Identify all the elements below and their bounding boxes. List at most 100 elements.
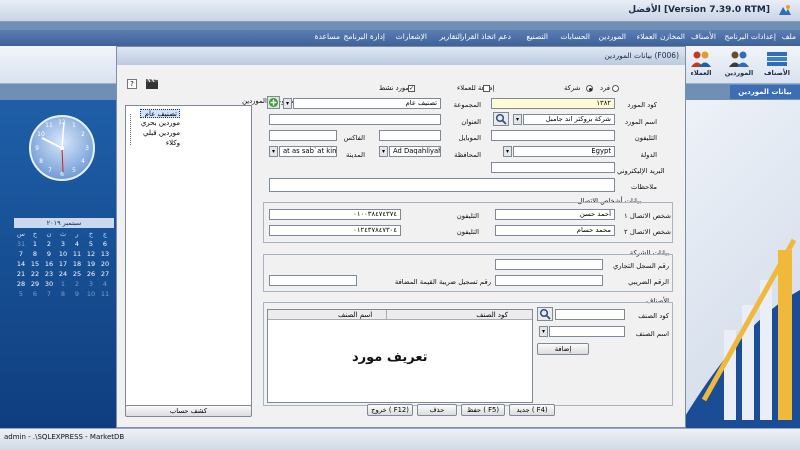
menu-item-program-management[interactable]: إدارة البرنامج [344, 32, 385, 41]
add-group-button[interactable] [267, 96, 280, 109]
add-item-button[interactable]: إضافة [537, 343, 589, 355]
contact2-name-input[interactable]: محمد حسام [495, 225, 615, 236]
mobile-input[interactable] [379, 130, 441, 141]
calendar-day[interactable]: 21 [14, 269, 28, 279]
calendar-day[interactable]: 8 [28, 249, 42, 259]
calendar-day[interactable]: 4 [70, 239, 84, 249]
calendar-day[interactable]: 27 [98, 269, 112, 279]
menu-item-customers[interactable]: العملاء [637, 32, 657, 41]
new-button[interactable]: جديد ( F4) [509, 404, 555, 416]
ribbon-suppliers-button[interactable]: الموردين [722, 50, 756, 82]
calendar-day[interactable]: 31 [14, 239, 28, 249]
group-dropdown-button[interactable]: ▾ [283, 98, 292, 109]
phone-input[interactable] [491, 130, 615, 141]
vat-number-input[interactable] [269, 275, 357, 286]
calendar-day[interactable]: 26 [84, 269, 98, 279]
calendar-day[interactable]: 5 [84, 239, 98, 249]
menu-item-notifications[interactable]: الإشعارات [396, 32, 427, 41]
calendar-day[interactable]: 24 [56, 269, 70, 279]
calendar-day[interactable]: 1 [56, 279, 70, 289]
item-name-input[interactable] [549, 326, 625, 337]
governorate-input[interactable]: Ad Daqahliyah [389, 146, 441, 157]
calendar-day[interactable]: 22 [28, 269, 42, 279]
calendar-day[interactable]: 19 [84, 259, 98, 269]
items-table[interactable]: كود الصنف اسم الصنف تعريف مورد [267, 309, 533, 403]
groups-tree[interactable]: تصنيف عام موردين بحري موردين قبلي وكلاء [125, 105, 252, 407]
calendar-day[interactable]: 25 [70, 269, 84, 279]
menu-item-suppliers[interactable]: الموردين [599, 32, 626, 41]
calendar-day[interactable]: 3 [84, 279, 98, 289]
calendar-day[interactable]: 23 [42, 269, 56, 279]
calendar-day[interactable]: 10 [56, 249, 70, 259]
item-code-input[interactable] [555, 309, 625, 320]
item-search-button[interactable] [537, 307, 553, 321]
calendar-day[interactable]: 4 [98, 279, 112, 289]
ribbon-customers-button[interactable]: العملاء [684, 50, 718, 82]
governorate-dropdown-button[interactable]: ▾ [379, 146, 388, 157]
menu-item-manufacturing[interactable]: التصنيع [526, 32, 548, 41]
item-name-dropdown-button[interactable]: ▾ [539, 326, 548, 337]
menu-item-file[interactable]: ملف [782, 32, 796, 41]
calendar-day[interactable]: 29 [28, 279, 42, 289]
account-statement-button[interactable]: كشف حساب [125, 405, 252, 417]
country-input[interactable]: Egypt [513, 146, 615, 157]
address-input[interactable] [269, 114, 441, 125]
menu-item-stores[interactable]: المخازن [660, 32, 685, 41]
menu-item-reports[interactable]: التقارير [439, 32, 462, 41]
calendar-day[interactable]: 2 [70, 279, 84, 289]
type-individual-radio[interactable] [612, 85, 619, 92]
calendar-day[interactable]: 11 [70, 249, 84, 259]
notes-input[interactable] [269, 178, 615, 192]
calendar-day[interactable]: 30 [42, 279, 56, 289]
calendar-day[interactable]: 2 [42, 239, 56, 249]
calendar-day[interactable]: 1 [28, 239, 42, 249]
city-dropdown-button[interactable]: ▾ [269, 146, 278, 157]
contact2-phone-input[interactable]: ٠١٢٤٣٧٨٤٧٣٠٤ [269, 225, 401, 236]
menu-item-accounts[interactable]: الحسابات [560, 32, 590, 41]
save-button[interactable]: حفظ ( F5) [461, 404, 505, 416]
group-input[interactable]: تصنيف عام [293, 98, 441, 109]
calendar-day[interactable]: 12 [84, 249, 98, 259]
name-input[interactable]: شركة بروكتر اند جامبل [523, 114, 615, 125]
tree-item-maritime[interactable]: موردين بحري [140, 119, 180, 128]
menu-item-items[interactable]: الأصناف [691, 32, 716, 41]
col-item-name[interactable]: اسم الصنف [338, 311, 372, 319]
country-dropdown-button[interactable]: ▾ [503, 146, 512, 157]
code-input[interactable]: ١٣٨٢ [491, 98, 615, 109]
name-dropdown-button[interactable]: ▾ [513, 114, 522, 125]
menu-item-decision-support[interactable]: دعم اتخاذ القرار [461, 32, 511, 41]
delete-button[interactable]: حذف [417, 404, 457, 416]
calendar-day[interactable]: 8 [56, 289, 70, 299]
video-help-icon[interactable] [145, 78, 159, 92]
calendar-day[interactable]: 17 [56, 259, 70, 269]
add-to-customers-checkbox[interactable] [483, 85, 490, 92]
menu-item-help[interactable]: مساعدة [315, 32, 340, 41]
calendar-day[interactable]: 16 [42, 259, 56, 269]
calendar-day[interactable]: 9 [42, 249, 56, 259]
tax-number-input[interactable] [495, 275, 603, 286]
commercial-register-input[interactable] [495, 259, 603, 270]
exit-button[interactable]: خروج ( F12) [367, 404, 413, 416]
calendar-day[interactable]: 14 [14, 259, 28, 269]
calendar-day[interactable]: 7 [14, 249, 28, 259]
col-item-code[interactable]: كود الصنف [476, 311, 508, 319]
tab-supplier-data[interactable]: بيانات الموردين [730, 85, 800, 99]
calendar-day[interactable]: 6 [98, 239, 112, 249]
calendar-day[interactable]: 7 [42, 289, 56, 299]
calendar-day[interactable]: 5 [14, 289, 28, 299]
type-company-radio[interactable] [586, 85, 593, 92]
email-input[interactable] [491, 162, 615, 173]
tree-item-general[interactable]: تصنيف عام [140, 109, 180, 118]
calendar-day[interactable]: 13 [98, 249, 112, 259]
active-supplier-checkbox[interactable]: ✓ [408, 85, 415, 92]
tree-item-agents[interactable]: وكلاء [140, 139, 180, 148]
fax-input[interactable] [269, 130, 337, 141]
calendar-day[interactable]: 15 [28, 259, 42, 269]
calendar-day[interactable]: 6 [28, 289, 42, 299]
contact1-phone-input[interactable]: ٠١٠٠٣٨٤٧٤٣٧٤ [269, 209, 401, 220]
menu-item-settings[interactable]: إعدادات البرنامج [725, 32, 776, 41]
calendar-day[interactable]: 20 [98, 259, 112, 269]
calendar-day[interactable]: 9 [70, 289, 84, 299]
tree-item-tribal[interactable]: موردين قبلي [140, 129, 180, 138]
calendar-month-header[interactable]: سبتمبر ٢٠١٩ [14, 218, 114, 228]
